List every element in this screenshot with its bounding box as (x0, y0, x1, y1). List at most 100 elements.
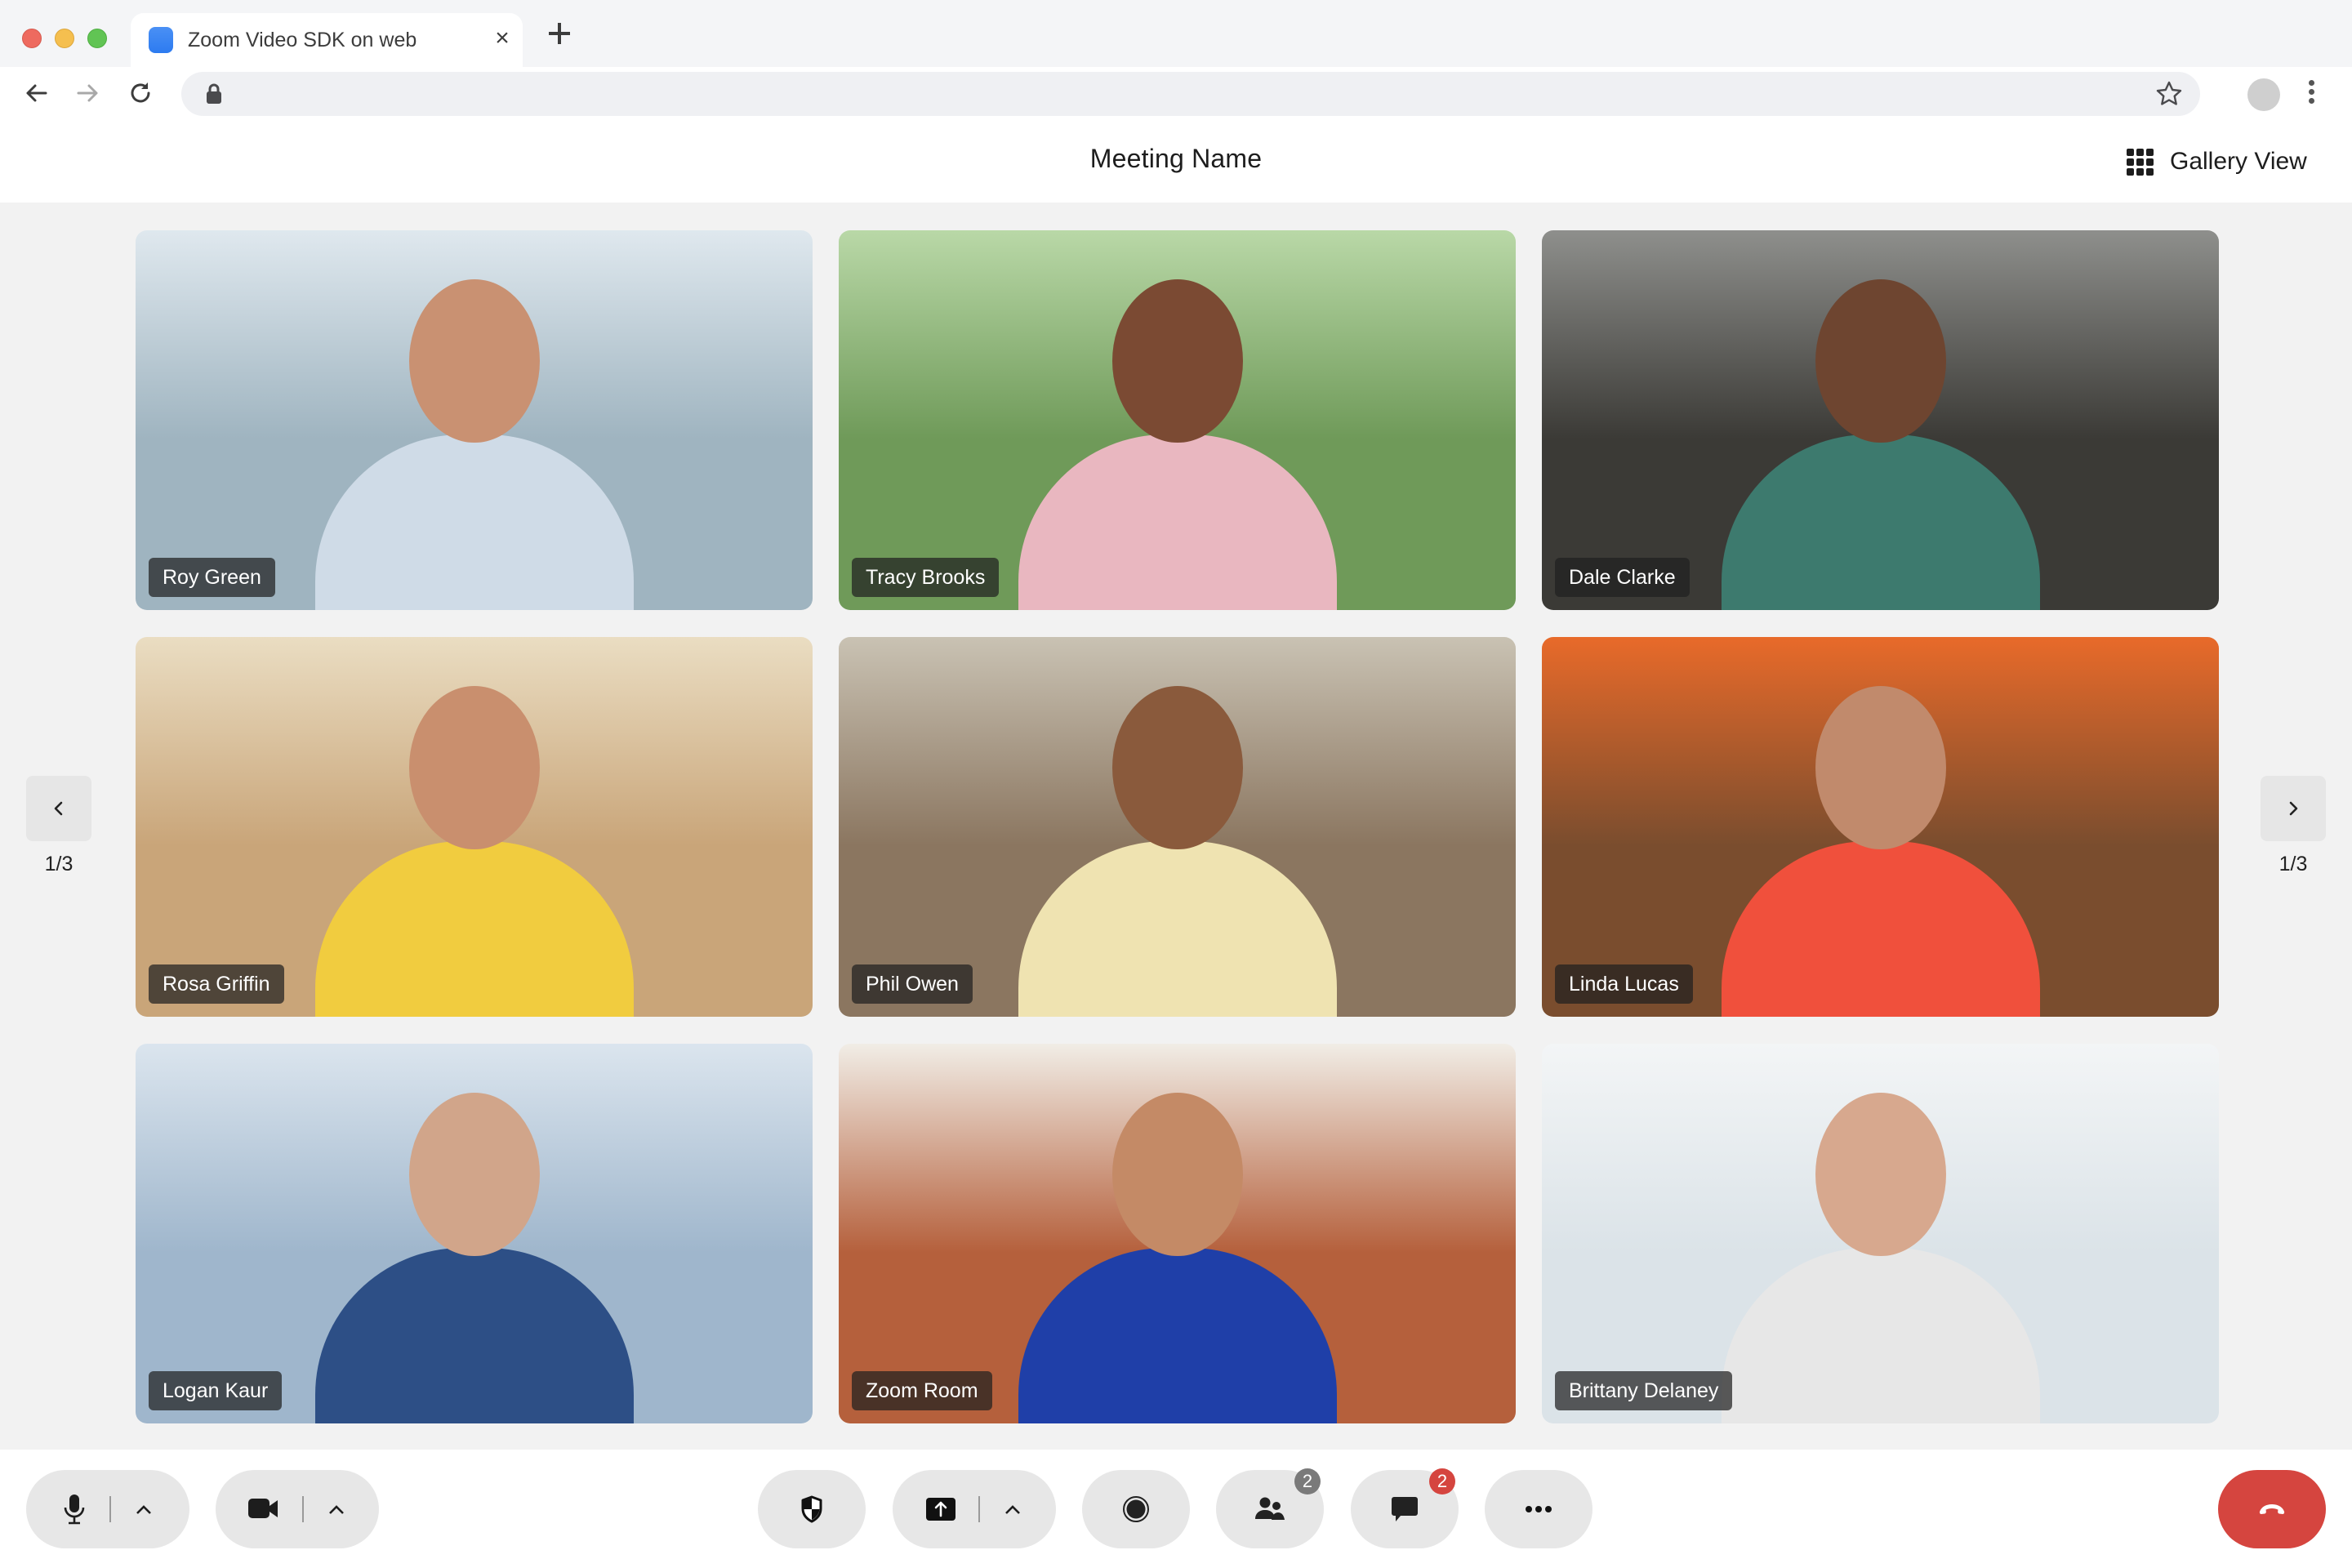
meeting-title: Meeting Name (1089, 144, 1263, 173)
page-indicator: 1/3 (2278, 853, 2308, 875)
participant-silhouette-head (409, 686, 540, 849)
window-close-button[interactable] (22, 29, 42, 48)
browser-tab-bar: Zoom Video SDK on web × (0, 0, 2352, 67)
participant-silhouette-body (1018, 1248, 1337, 1423)
participant-silhouette-head (1815, 1093, 1946, 1256)
more-icon (1526, 1506, 1552, 1512)
participant-silhouette-body (315, 1248, 634, 1423)
participant-silhouette-head (1815, 686, 1946, 849)
kebab-menu-icon[interactable] (2307, 80, 2315, 109)
participant-name: Roy Green (149, 558, 275, 597)
participant-name: Zoom Room (852, 1371, 992, 1410)
meeting-controls: 2 2 (0, 1450, 2352, 1568)
chevron-up-icon[interactable] (134, 1503, 154, 1516)
video-tile[interactable]: Phil Owen (839, 637, 1516, 1017)
security-button[interactable] (758, 1470, 866, 1548)
divider (109, 1496, 111, 1522)
video-control-group (216, 1470, 379, 1548)
participants-button[interactable]: 2 (1216, 1468, 1324, 1548)
participant-silhouette-head (1815, 279, 1946, 443)
participant-silhouette-body (315, 841, 634, 1017)
zoom-favicon-icon (149, 27, 173, 53)
forward-arrow-icon[interactable] (72, 77, 105, 109)
profile-avatar[interactable] (2247, 78, 2280, 111)
chevron-up-icon[interactable] (327, 1503, 346, 1516)
video-feed (1542, 1044, 2219, 1423)
divider (978, 1496, 980, 1522)
participant-name: Logan Kaur (149, 1371, 283, 1410)
plus-icon[interactable] (546, 20, 573, 47)
close-icon[interactable]: × (490, 26, 514, 51)
participant-name: Phil Owen (852, 964, 973, 1004)
video-tile[interactable]: Roy Green (136, 230, 813, 610)
participants-count-badge: 2 (1294, 1468, 1321, 1494)
video-feed (136, 1044, 813, 1423)
more-button[interactable] (1485, 1470, 1592, 1548)
audio-control-group (26, 1470, 189, 1548)
window-maximize-button[interactable] (87, 29, 107, 48)
leave-meeting-button[interactable] (2218, 1470, 2326, 1548)
participant-silhouette-body (1722, 841, 2040, 1017)
record-icon (1123, 1496, 1149, 1522)
video-tile[interactable]: Zoom Room (839, 1044, 1516, 1423)
video-tile[interactable]: Logan Kaur (136, 1044, 813, 1423)
participant-silhouette-head (409, 279, 540, 443)
back-arrow-icon[interactable] (20, 77, 52, 109)
participant-name: Linda Lucas (1555, 964, 1693, 1004)
page-indicator: 1/3 (44, 853, 74, 875)
video-feed (1542, 230, 2219, 610)
participant-silhouette-body (1722, 1248, 2040, 1423)
video-feed (839, 637, 1516, 1017)
browser-toolbar (0, 67, 2352, 121)
window-minimize-button[interactable] (55, 29, 74, 48)
next-page-button[interactable] (2261, 776, 2326, 841)
browser-tab[interactable]: Zoom Video SDK on web × (131, 13, 523, 67)
chevron-right-icon (2289, 801, 2298, 816)
gallery-view-toggle[interactable]: Gallery View (2127, 140, 2307, 183)
participant-silhouette-body (315, 434, 634, 610)
share-screen-icon[interactable] (926, 1498, 956, 1521)
participant-silhouette-head (1112, 1093, 1243, 1256)
video-feed (136, 637, 813, 1017)
video-gallery: 1/3 1/3 Roy Green Tracy Brooks Dale Clar… (0, 203, 2352, 1450)
hang-up-icon (2259, 1504, 2285, 1514)
meeting-header: Meeting Name Gallery View (0, 121, 2352, 203)
participant-name: Dale Clarke (1555, 558, 1690, 597)
address-bar[interactable] (181, 72, 2200, 116)
participant-silhouette-body (1722, 434, 2040, 610)
reload-icon[interactable] (124, 77, 157, 109)
microphone-icon[interactable] (62, 1493, 87, 1526)
view-label: Gallery View (2170, 148, 2307, 175)
participants-icon (1255, 1497, 1285, 1520)
video-feed (839, 230, 1516, 610)
chat-icon (1392, 1497, 1418, 1521)
participant-name: Tracy Brooks (852, 558, 1000, 597)
chevron-up-icon[interactable] (1003, 1503, 1022, 1516)
video-tile[interactable]: Tracy Brooks (839, 230, 1516, 610)
video-tile[interactable]: Brittany Delaney (1542, 1044, 2219, 1423)
participant-silhouette-body (1018, 434, 1337, 610)
video-feed (1542, 637, 2219, 1017)
video-feed (136, 230, 813, 610)
chat-unread-badge: 2 (1429, 1468, 1455, 1494)
participant-silhouette-head (1112, 686, 1243, 849)
video-camera-icon[interactable] (248, 1499, 279, 1520)
share-control-group (893, 1470, 1056, 1548)
chevron-left-icon (54, 801, 63, 816)
participant-silhouette-head (1112, 279, 1243, 443)
video-tile[interactable]: Linda Lucas (1542, 637, 2219, 1017)
previous-page-button[interactable] (26, 776, 91, 841)
video-tile[interactable]: Rosa Griffin (136, 637, 813, 1017)
shield-icon (801, 1495, 822, 1523)
grid-icon (2127, 148, 2154, 176)
video-tile[interactable]: Dale Clarke (1542, 230, 2219, 610)
participant-name: Brittany Delaney (1555, 1371, 1733, 1410)
video-feed (839, 1044, 1516, 1423)
participant-name: Rosa Griffin (149, 964, 284, 1004)
star-icon[interactable] (2154, 79, 2184, 109)
tab-title: Zoom Video SDK on web (188, 29, 417, 51)
lock-icon (207, 83, 221, 104)
chat-button[interactable]: 2 (1351, 1468, 1459, 1548)
participant-silhouette-head (409, 1093, 540, 1256)
record-button[interactable] (1082, 1470, 1190, 1548)
